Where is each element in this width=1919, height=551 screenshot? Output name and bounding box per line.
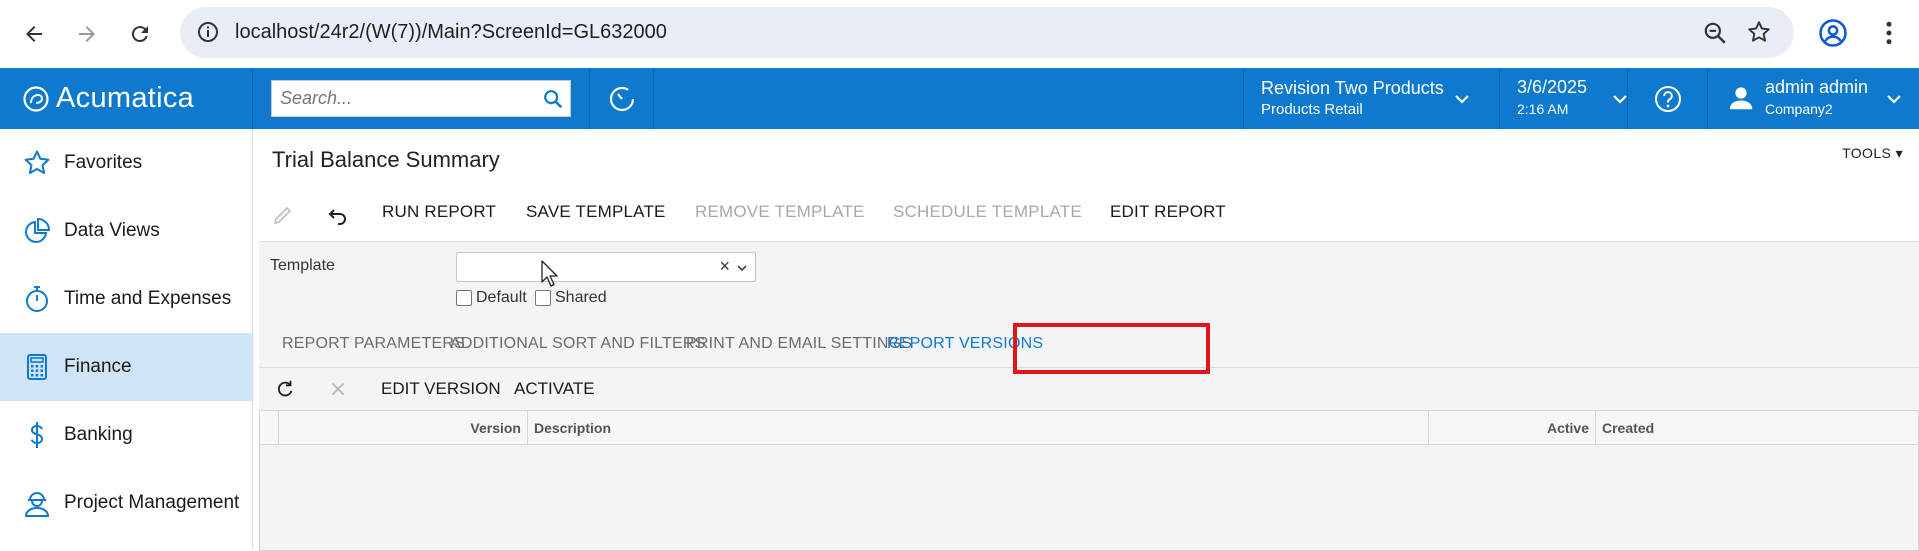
url-text: localhost/24r2/(W(7))/Main?ScreenId=GL63… — [235, 21, 667, 43]
sidebar-item-label: Finance — [64, 356, 132, 377]
search-box[interactable] — [271, 80, 571, 117]
user-icon — [1729, 87, 1753, 110]
sidebar-item-label: Time and Expenses — [64, 288, 232, 309]
edit-report-button[interactable]: EDIT REPORT — [1110, 202, 1226, 222]
tab-additional-sort-and-filters[interactable]: ADDITIONAL SORT AND FILTERS — [450, 320, 706, 368]
undo-icon[interactable] — [326, 203, 350, 227]
sidebar-item-label: Project Management — [64, 492, 240, 513]
recent-history-button[interactable] — [590, 68, 653, 129]
help-button[interactable] — [1628, 68, 1707, 129]
user-company: Company2 — [1765, 101, 1833, 117]
column-header-created[interactable]: Created — [1596, 411, 1918, 444]
sidebar-item-data-views[interactable]: Data Views — [0, 197, 252, 265]
sidebar-item-label: Favorites — [64, 152, 143, 173]
branch-name: Revision Two Products — [1261, 78, 1444, 98]
arrow-left-icon — [26, 26, 42, 42]
star-icon — [24, 150, 50, 174]
calculator-icon — [27, 354, 47, 380]
edit-version-button[interactable]: EDIT VERSION — [381, 379, 501, 399]
forward-button[interactable] — [69, 16, 105, 52]
schedule-template-button[interactable]: SCHEDULE TEMPLATE — [893, 202, 1082, 222]
search-icon[interactable] — [542, 88, 564, 110]
sidebar-item-banking[interactable]: Banking — [0, 401, 252, 469]
column-header-version[interactable]: Version — [279, 411, 528, 444]
pencil-icon[interactable] — [271, 203, 295, 227]
branch-selector[interactable]: Revision Two Products Products Retail — [1244, 68, 1499, 129]
browser-profile-icon[interactable] — [1818, 18, 1848, 48]
branch-company: Products Retail — [1261, 101, 1363, 118]
column-header-description[interactable]: Description — [528, 411, 1429, 444]
worker-icon — [24, 492, 50, 517]
tab-print-and-email-settings[interactable]: PRINT AND EMAIL SETTINGS — [686, 320, 912, 368]
tab-report-parameters[interactable]: REPORT PARAMETERS — [282, 320, 465, 368]
help-icon — [1654, 85, 1681, 112]
sidebar-item-label: Data Views — [64, 220, 160, 241]
remove-template-button[interactable]: REMOVE TEMPLATE — [695, 202, 865, 222]
activate-button[interactable]: ACTIVATE — [514, 379, 595, 399]
grid-toolbar: EDIT VERSION ACTIVATE — [259, 369, 1919, 409]
tab-highlight-annotation — [1013, 323, 1210, 374]
app-header: Acumatica Revision Two Products Products… — [0, 68, 1919, 129]
sidebar: Favorites Data Views Time and Expenses F… — [0, 129, 253, 550]
column-header-active[interactable]: Active — [1429, 411, 1596, 444]
back-button[interactable] — [16, 16, 52, 52]
business-date: 3/6/2025 — [1517, 77, 1588, 97]
more-vertical-icon[interactable] — [1874, 18, 1904, 48]
sidebar-item-label: Banking — [64, 424, 133, 445]
header-divider — [252, 68, 253, 129]
tools-menu-button[interactable]: TOOLS ▾ — [1842, 145, 1903, 162]
zoom-out-icon[interactable] — [1702, 20, 1728, 46]
sidebar-item-finance[interactable]: Finance — [0, 333, 252, 401]
sidebar-item-time-and-expenses[interactable]: Time and Expenses — [0, 265, 252, 333]
grid-header: Version Description Active Created — [260, 411, 1918, 445]
caret-down-icon: ▾ — [1895, 145, 1903, 161]
mouse-cursor-icon — [541, 260, 558, 287]
user-menu[interactable]: admin admin Company2 — [1708, 68, 1919, 129]
default-label: Default — [476, 289, 527, 306]
acumatica-logo-icon — [23, 85, 49, 112]
run-report-button[interactable]: RUN REPORT — [382, 202, 496, 222]
default-checkbox-box[interactable] — [456, 290, 472, 306]
browser-toolbar: localhost/24r2/(W(7))/Main?ScreenId=GL63… — [0, 0, 1919, 68]
template-label: Template — [270, 257, 335, 274]
delete-x-icon[interactable] — [327, 378, 349, 400]
report-form: Template × Default Shared REPORT PARAMET… — [259, 241, 1919, 551]
logo[interactable]: Acumatica — [0, 68, 252, 129]
header-divider — [653, 68, 654, 129]
shared-checkbox-box[interactable] — [535, 290, 551, 306]
shared-label: Shared — [555, 289, 607, 306]
chevron-down-icon[interactable] — [735, 261, 749, 275]
logo-text: Acumatica — [56, 82, 195, 114]
info-icon[interactable] — [196, 20, 220, 44]
template-selector[interactable]: × — [456, 252, 756, 282]
pie-chart-icon — [25, 217, 51, 243]
save-template-button[interactable]: SAVE TEMPLATE — [526, 202, 666, 222]
reload-icon — [131, 26, 148, 43]
bookmark-star-icon[interactable] — [1746, 19, 1772, 45]
arrow-right-icon — [79, 26, 95, 42]
address-bar[interactable]: localhost/24r2/(W(7))/Main?ScreenId=GL63… — [180, 7, 1794, 58]
default-checkbox[interactable]: Default — [456, 289, 527, 307]
search-input[interactable] — [272, 81, 532, 116]
clear-icon[interactable]: × — [719, 256, 730, 277]
business-time: 2:16 AM — [1517, 101, 1569, 117]
business-date-selector[interactable]: 3/6/2025 2:16 AM — [1500, 68, 1627, 129]
page-title: Trial Balance Summary — [272, 147, 500, 172]
history-icon — [609, 86, 634, 111]
grid-selector-column — [260, 411, 279, 444]
tools-label: TOOLS — [1842, 145, 1892, 161]
chevron-down-icon — [1455, 95, 1469, 104]
dollar-icon — [30, 422, 44, 448]
sidebar-item-favorites[interactable]: Favorites — [0, 129, 252, 197]
shared-checkbox[interactable]: Shared — [535, 289, 607, 307]
versions-grid: Version Description Active Created — [259, 410, 1919, 551]
user-name: admin admin — [1765, 77, 1869, 97]
chevron-down-icon — [1887, 95, 1901, 104]
reload-button[interactable] — [122, 16, 158, 52]
form-toolbar: RUN REPORT SAVE TEMPLATE REMOVE TEMPLATE… — [253, 189, 1919, 239]
sidebar-item-project-management[interactable]: Project Management — [0, 469, 252, 537]
refresh-icon[interactable] — [274, 378, 296, 400]
stopwatch-icon — [26, 286, 48, 312]
